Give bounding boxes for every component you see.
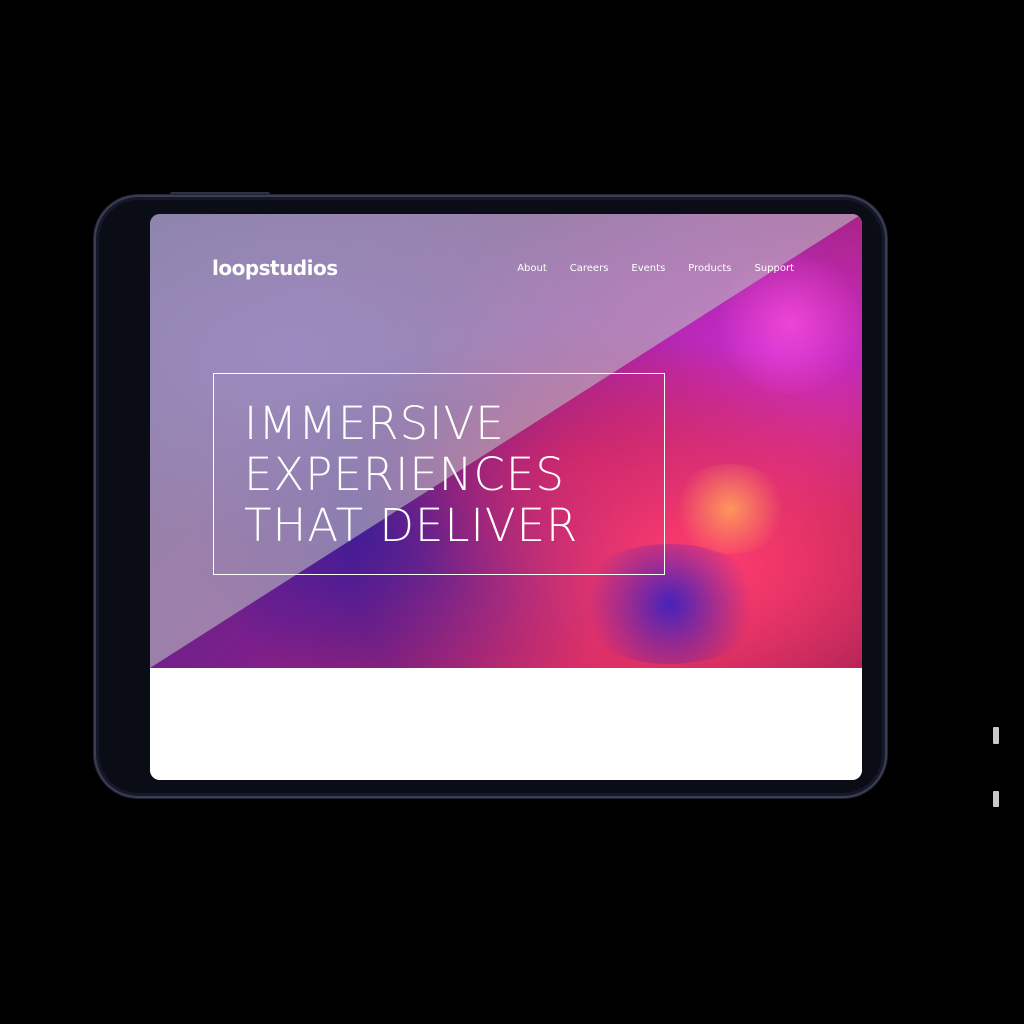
hero-image-glow bbox=[670, 464, 790, 554]
nav-link-about[interactable]: About bbox=[517, 263, 547, 274]
nav-link-products[interactable]: Products bbox=[688, 263, 731, 274]
hero-headline-box: IMMERSIVE EXPERIENCES THAT DELIVER bbox=[213, 373, 665, 575]
primary-nav: About Careers Events Products Support bbox=[517, 263, 794, 274]
site-logo[interactable]: loopstudios bbox=[212, 256, 338, 280]
content-section bbox=[150, 668, 862, 780]
page-canvas: loopstudios About Careers Events Product… bbox=[0, 0, 1024, 1024]
side-marker-bottom bbox=[993, 791, 999, 807]
tablet-screen: loopstudios About Careers Events Product… bbox=[150, 214, 862, 780]
hero-headline: IMMERSIVE EXPERIENCES THAT DELIVER bbox=[244, 397, 579, 552]
nav-link-support[interactable]: Support bbox=[754, 263, 794, 274]
site-header: loopstudios About Careers Events Product… bbox=[150, 214, 862, 324]
nav-link-careers[interactable]: Careers bbox=[570, 263, 609, 274]
nav-link-events[interactable]: Events bbox=[631, 263, 665, 274]
hero-section: loopstudios About Careers Events Product… bbox=[150, 214, 862, 668]
side-marker-top bbox=[993, 727, 999, 744]
